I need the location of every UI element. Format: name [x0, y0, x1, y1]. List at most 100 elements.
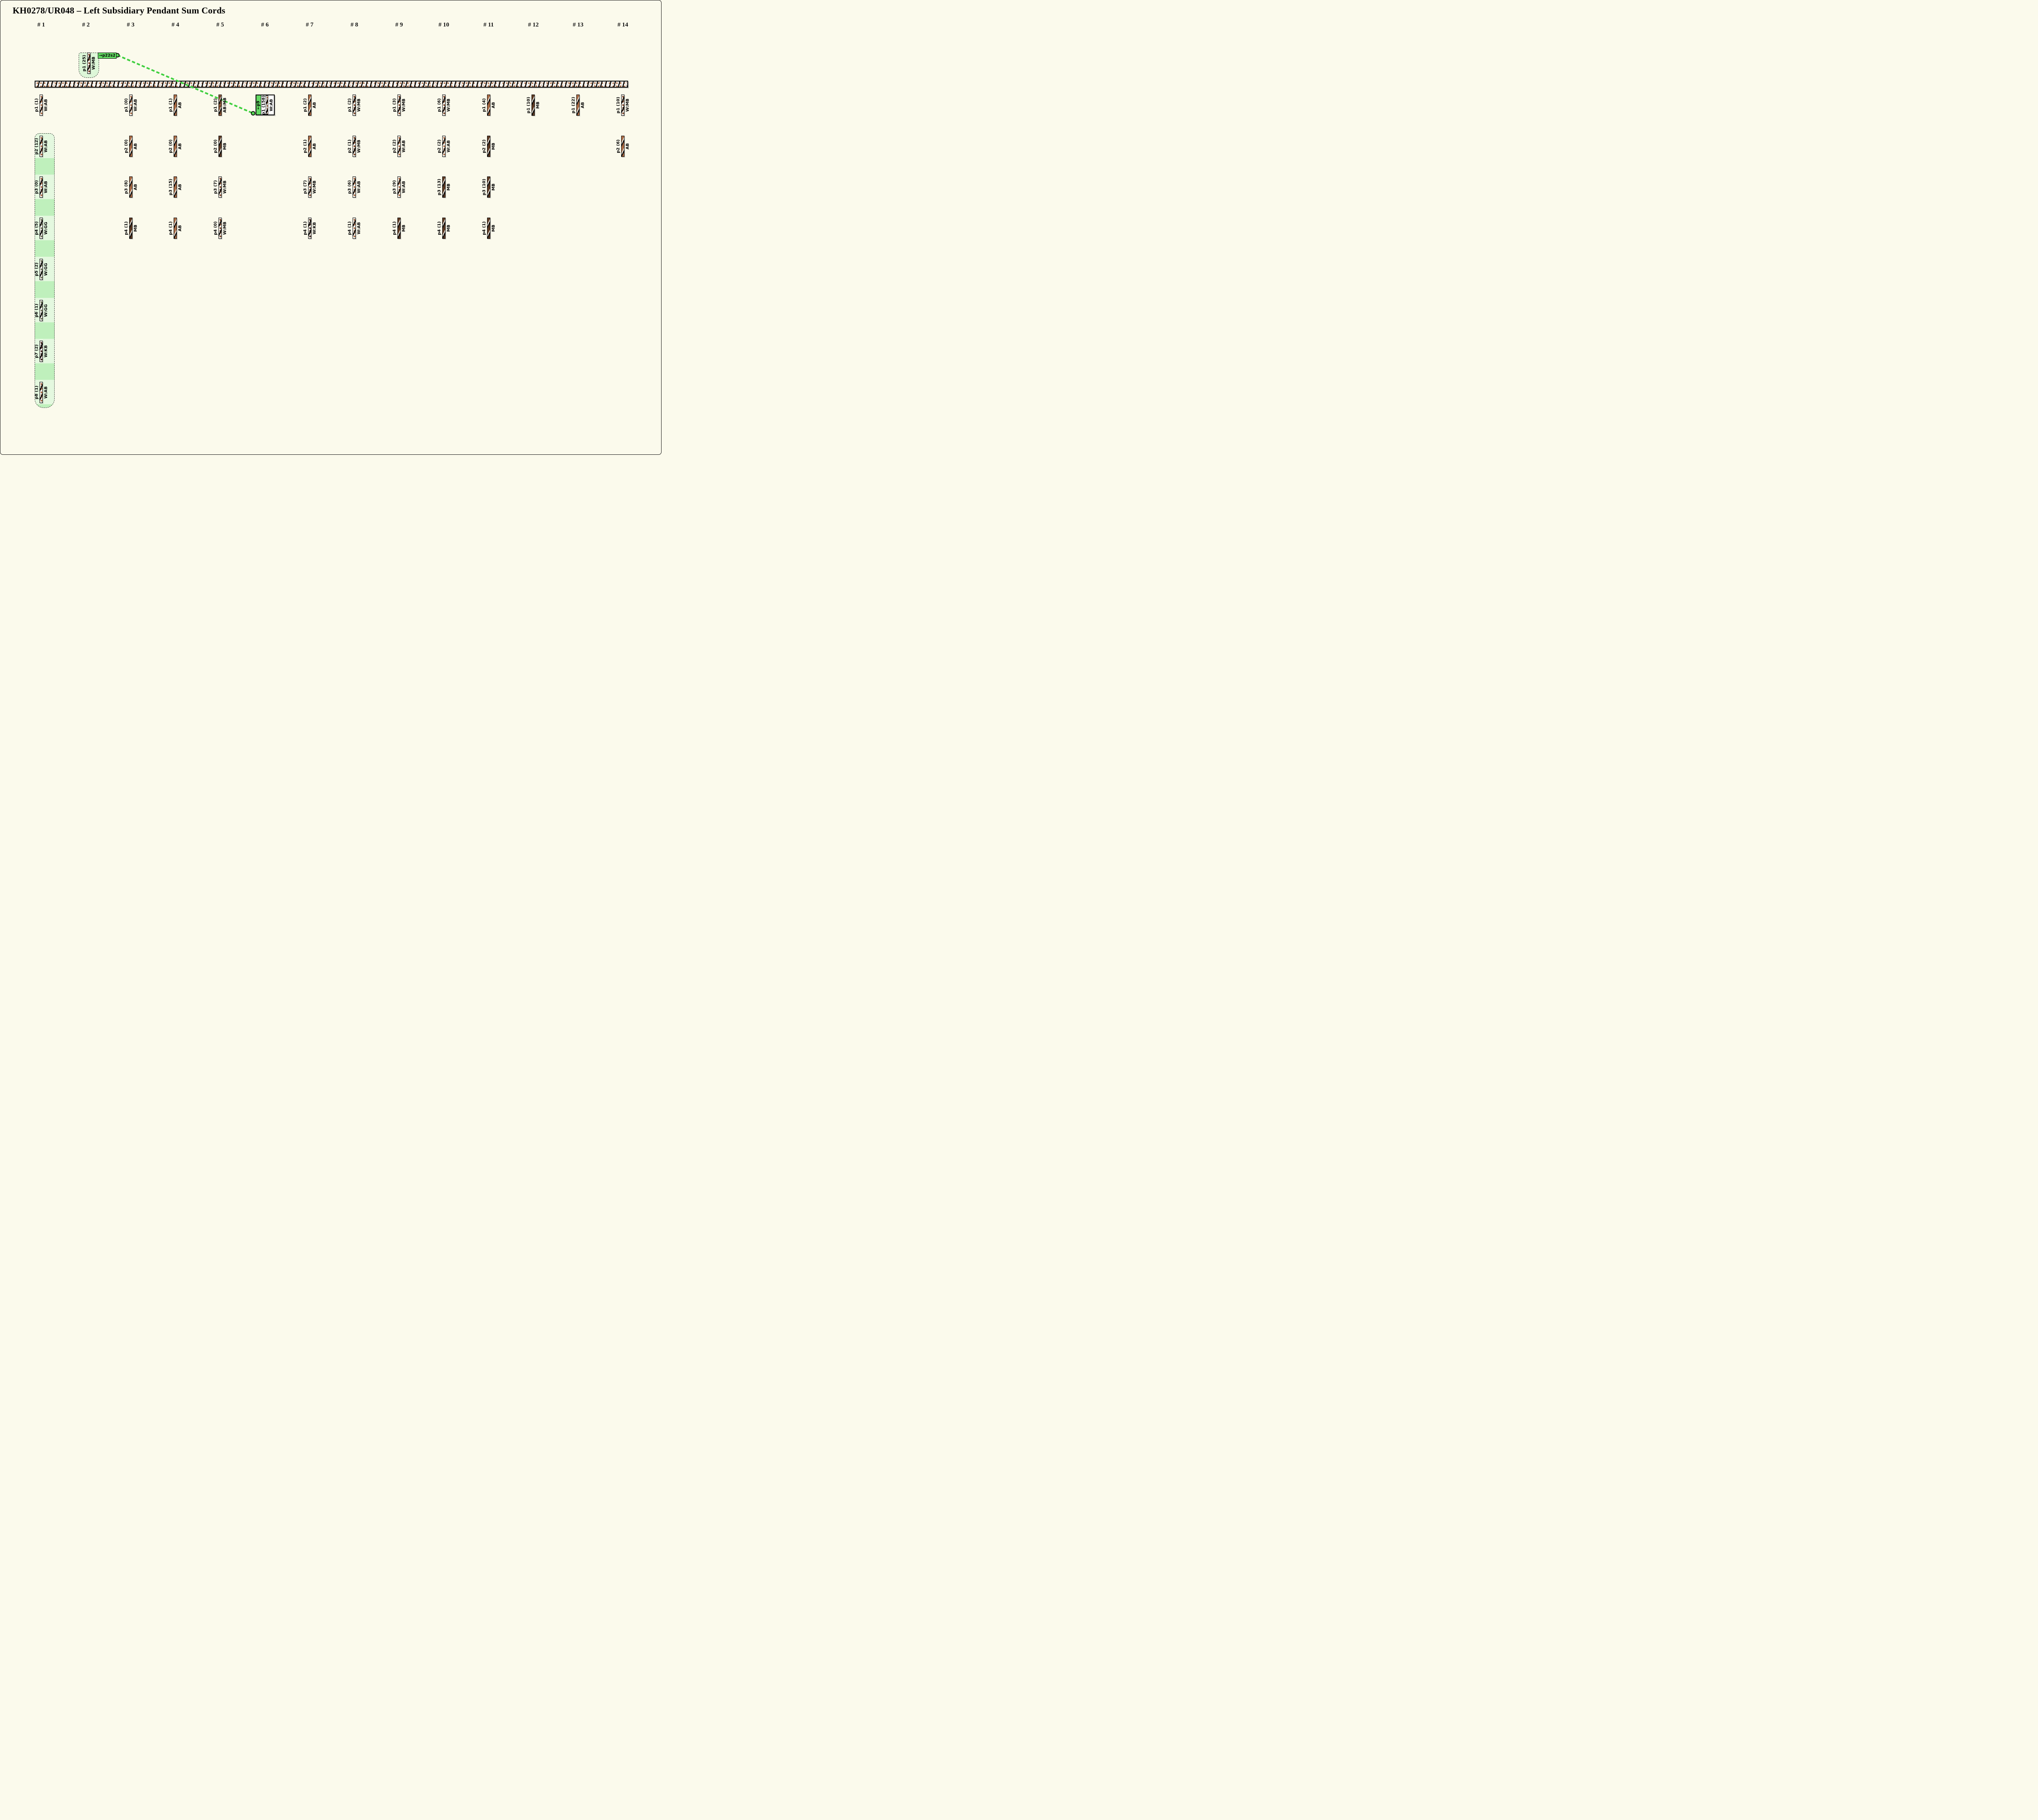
pendant-cord-bar: [218, 218, 222, 239]
column-header-10: # 10: [439, 22, 449, 29]
pendant-name-label: p2 (2): [482, 139, 486, 153]
sum-cord-box[interactable]: ←p9 p1 (158) W:AB: [256, 95, 275, 115]
pendant-color-label: W:AB: [44, 181, 49, 193]
pendant-cord-bar: [397, 95, 401, 116]
pendant-cord-bar: [40, 382, 43, 403]
pendant-name-label: p2 (1): [348, 139, 352, 153]
pendant-cord-bar: [442, 95, 446, 116]
reference-chip-p22s2[interactable]: →p22s2: [98, 53, 117, 59]
pendant-cord-bar: [397, 218, 401, 239]
pendant-color-label: AB: [178, 184, 183, 190]
pendant-cord-bar: [129, 176, 132, 198]
pendant-color-label: AB: [133, 143, 138, 149]
pendant-name-label: p5 (2): [35, 262, 39, 276]
pendant-cord-bar: [308, 136, 311, 157]
pendant-name-label: p4 (1): [169, 221, 173, 235]
pendant-color-label: MB: [446, 225, 451, 232]
pendant-cord-bar: [621, 136, 624, 157]
pendant-cord-bar: [218, 95, 222, 116]
subsidiary-cord-color: W:MB: [92, 57, 96, 70]
pendant-name-label: p2 (2): [437, 139, 441, 153]
column-header-12: # 12: [528, 22, 538, 29]
pendant-name-label: p3 (0): [35, 181, 39, 194]
pendant-cord-bar: [308, 218, 311, 239]
pendant-color-label: W:MB: [357, 140, 362, 153]
column-header-13: # 13: [573, 22, 583, 29]
pendant-color-label: W:AB: [44, 99, 49, 111]
pendant-name-label: p1 (2): [214, 98, 218, 112]
pendant-color-label: W:GG: [44, 222, 49, 235]
pendant-cord-bar: [442, 136, 446, 157]
pendant-color-label: W:AB: [44, 140, 49, 152]
pendant-cord-bar: [40, 136, 43, 157]
pendant-cord-bar: [40, 218, 43, 239]
pendant-cord-bar: [218, 176, 222, 198]
subsidiary-cord-bar: [87, 53, 90, 74]
pendant-cord-bar: [621, 95, 624, 116]
pendant-color-label: W:AB: [402, 181, 406, 193]
pendant-name-label: p2 (0): [214, 139, 218, 153]
column-header-4: # 4: [172, 22, 179, 29]
pendant-color-label: W:MB: [312, 181, 317, 194]
column-header-2: # 2: [82, 22, 90, 29]
pendant-color-label: W:KB: [312, 222, 317, 234]
pendant-name-label: p2 (0): [124, 139, 128, 153]
column-header-5: # 5: [216, 22, 224, 29]
sum-cord-bar: [266, 95, 268, 115]
column-header-6: # 6: [261, 22, 269, 29]
pendant-name-label: p1 (10): [616, 97, 621, 114]
subsidiary-cord-name: p1 (25): [82, 55, 87, 72]
pendant-color-label: W:AB: [402, 140, 406, 152]
pendant-color-label: W:AB: [133, 99, 138, 111]
pendant-cord-bar: [487, 176, 490, 198]
pendant-color-label: AB: [178, 143, 183, 149]
pendant-color-label: W:KB: [44, 345, 49, 357]
pendant-name-label: p2 (0): [169, 139, 173, 153]
pendant-cord-bar: [40, 176, 43, 198]
pendant-color-label: AB: [178, 225, 183, 231]
pendant-color-label: MB: [491, 143, 496, 150]
pendant-cord-bar: [353, 95, 356, 116]
pendant-color-label: AB: [133, 184, 138, 190]
pendant-cord-bar: [40, 95, 43, 116]
pendant-name-label: p2 (2): [393, 139, 397, 153]
pendant-name-label: p1 (2): [303, 98, 307, 112]
pendant-cord-bar: [40, 259, 43, 280]
sum-cord-name: p1 (158): [261, 95, 266, 115]
pendant-name-label: p4 (0): [214, 221, 218, 235]
main-cord-bar: [35, 81, 628, 88]
pendant-name-label: p1 (3): [393, 98, 397, 112]
pendant-cord-bar: [442, 218, 446, 239]
pendant-color-label: MB: [402, 225, 406, 232]
pendant-name-label: p3 (9): [393, 181, 397, 194]
pendant-color-label: W:MB: [446, 99, 451, 112]
sum-cord-ref-label: ←p9: [256, 101, 261, 109]
page-title: KH0278/UR048 – Left Subsidiary Pendant S…: [13, 5, 225, 16]
pendant-cord-bar: [129, 218, 132, 239]
pendant-cord-bar: [308, 95, 311, 116]
pendant-name-label: p3 (10): [482, 179, 486, 196]
pendant-cord-bar: [353, 218, 356, 239]
pendant-name-label: p4 (1): [482, 221, 486, 235]
pendant-color-label: W:MB: [357, 99, 362, 112]
pendant-color-label: AB: [626, 143, 630, 149]
pendant-cord-bar: [129, 95, 132, 116]
pendant-name-label: p7 (2): [35, 344, 39, 358]
pendant-cord-bar: [174, 136, 177, 157]
pendant-color-label: AB:MB: [223, 98, 227, 113]
pendant-color-label: MB: [446, 184, 451, 191]
pendant-color-label: W:GG: [44, 263, 49, 275]
pendant-name-label: p2 (1): [303, 139, 307, 153]
pendant-name-label: p3 (7): [303, 181, 307, 194]
pendant-color-label: AB: [178, 102, 183, 108]
pendant-name-label: p4 (1): [124, 221, 128, 235]
pendant-name-label: p4 (1): [437, 221, 441, 235]
pendant-name-label: p4 (5): [35, 221, 39, 235]
pendant-cord-bar: [397, 176, 401, 198]
pendant-name-label: p4 (1): [393, 221, 397, 235]
pendant-cord-bar: [353, 136, 356, 157]
reference-link-line: [0, 0, 661, 454]
pendant-name-label: p3 (8): [124, 181, 128, 194]
pendant-name-label: p6 (1): [35, 304, 39, 317]
pendant-name-label: p4 (1): [303, 221, 307, 235]
